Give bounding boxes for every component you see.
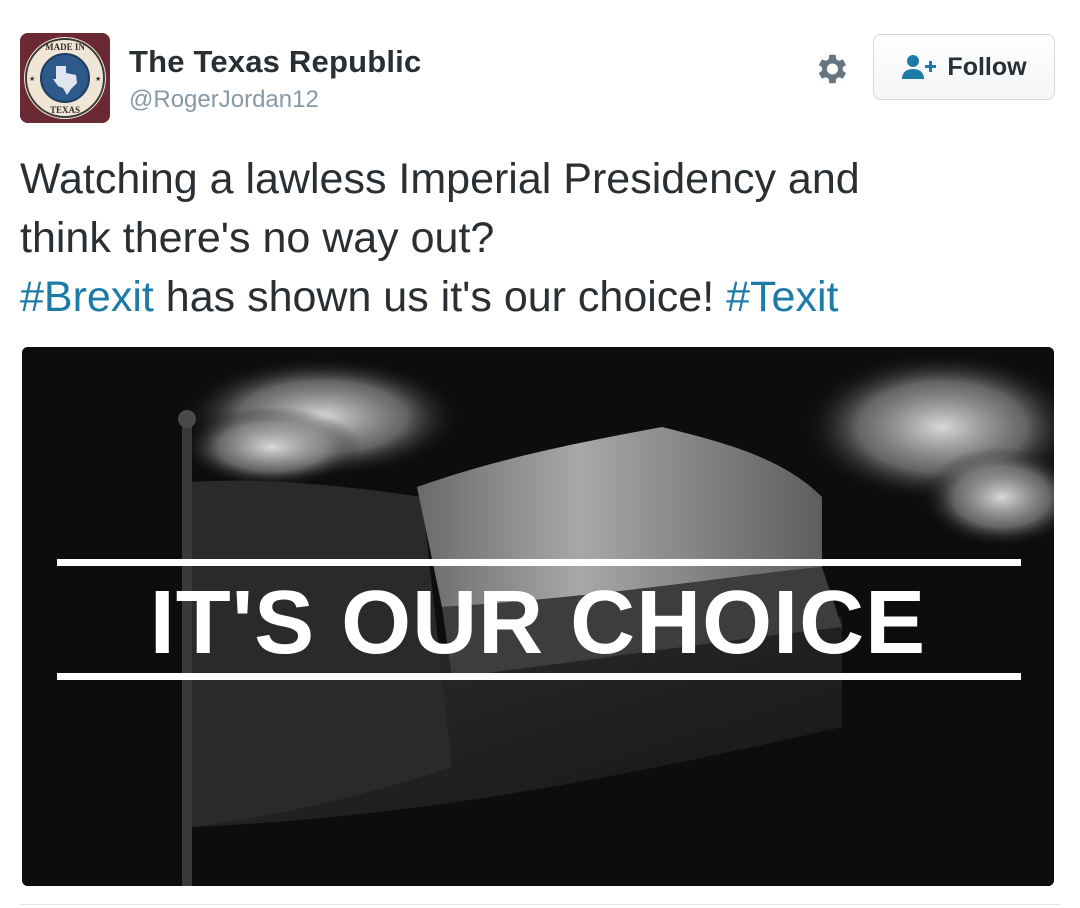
svg-text:TEXAS: TEXAS	[50, 105, 80, 115]
follow-label: Follow	[947, 52, 1027, 81]
svg-text:MADE IN: MADE IN	[45, 42, 85, 52]
tweet-image[interactable]: IT'S OUR CHOICE	[22, 347, 1054, 886]
tweet-text: Watching a lawless Imperial Presidency a…	[20, 150, 1060, 327]
gear-icon[interactable]	[812, 50, 850, 88]
image-caption: IT'S OUR CHOICE	[149, 573, 927, 673]
hashtag-link-texit[interactable]: #Texit	[726, 273, 838, 321]
follow-button[interactable]: Follow	[873, 34, 1055, 100]
caption-top-rule	[57, 559, 1021, 566]
tweet-line-2: think there's no way out?	[20, 214, 495, 262]
add-user-icon	[902, 55, 937, 79]
svg-text:★: ★	[95, 75, 101, 83]
tweet: MADE IN TEXAS ★ ★ The Texas Republic @Ro…	[0, 0, 1080, 908]
user-handle[interactable]: @RogerJordan12	[129, 86, 319, 114]
made-in-texas-logo-icon: MADE IN TEXAS ★ ★	[20, 33, 110, 123]
display-name[interactable]: The Texas Republic	[129, 44, 421, 80]
divider	[20, 904, 1060, 905]
tweet-line-3-text: has shown us it's our choice!	[153, 273, 727, 321]
tweet-line-3: #Brexit has shown us it's our choice! #T…	[20, 268, 1060, 327]
hashtag-link-brexit[interactable]: #Brexit	[20, 273, 154, 321]
svg-text:★: ★	[29, 75, 35, 83]
avatar[interactable]: MADE IN TEXAS ★ ★	[20, 33, 110, 123]
caption-bottom-rule	[57, 673, 1021, 680]
tweet-line-1: Watching a lawless Imperial Presidency a…	[20, 155, 860, 203]
